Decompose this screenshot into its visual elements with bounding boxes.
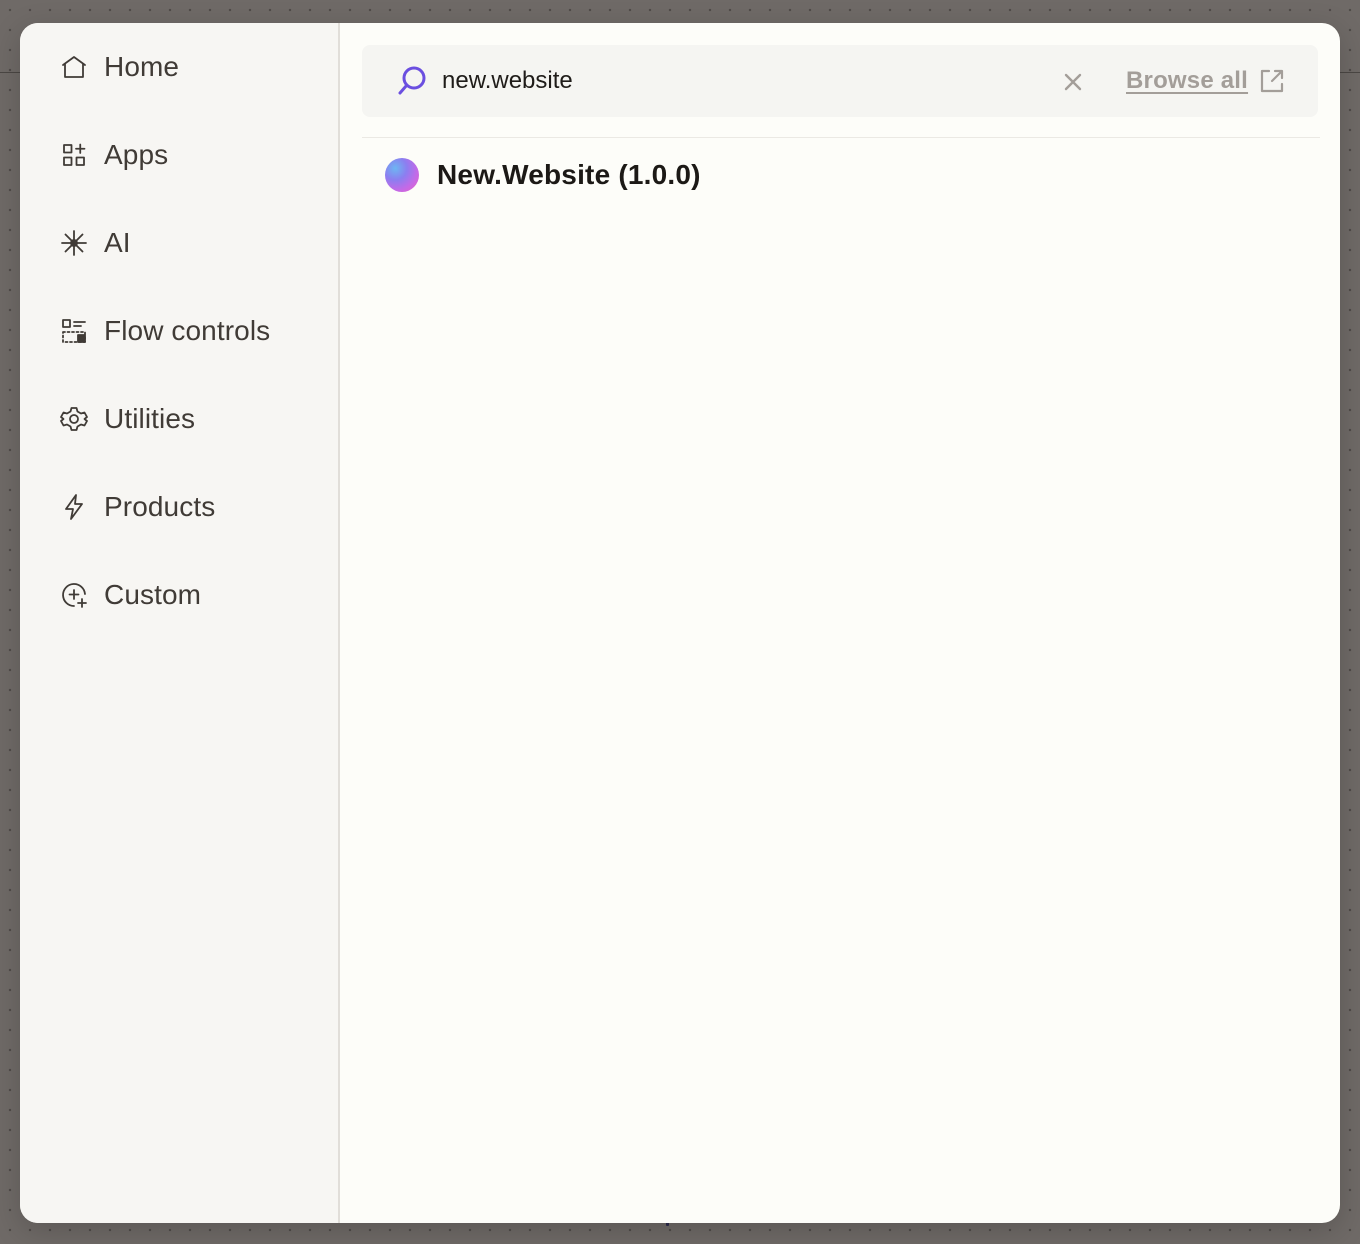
sidebar-item-flow-controls[interactable]: Flow controls: [20, 301, 338, 361]
flow-controls-icon: [58, 315, 90, 347]
browse-all-link[interactable]: Browse all: [1126, 63, 1286, 99]
home-icon: [58, 51, 90, 83]
sidebar-item-label: Flow controls: [104, 315, 271, 346]
sidebar-item-utilities[interactable]: Utilities: [20, 389, 338, 449]
sparkle-icon: [58, 227, 90, 259]
custom-plus-icon: [58, 579, 90, 611]
search-input[interactable]: [442, 61, 1002, 101]
sidebar-item-apps[interactable]: Apps: [20, 125, 338, 185]
results-divider: [362, 137, 1320, 138]
app-logo-icon: [385, 158, 419, 192]
category-sidebar: Home Apps AI Flow controls Utilities Pro…: [20, 23, 340, 1223]
sidebar-item-label: Custom: [104, 579, 202, 610]
sidebar-item-custom[interactable]: Custom: [20, 565, 338, 625]
sidebar-item-label: AI: [104, 227, 131, 258]
sidebar-item-home[interactable]: Home: [20, 37, 338, 97]
sidebar-item-label: Utilities: [104, 403, 196, 434]
gear-icon: [58, 403, 90, 435]
search-icon: [398, 66, 426, 95]
search-bar: Browse all: [362, 45, 1318, 117]
sidebar-item-label: Apps: [104, 139, 169, 170]
search-result-item[interactable]: New.Website (1.0.0): [362, 147, 1320, 203]
apps-grid-icon: [58, 139, 90, 171]
clear-search-button[interactable]: [1058, 67, 1088, 97]
sidebar-item-products[interactable]: Products: [20, 477, 338, 537]
sidebar-item-ai[interactable]: AI: [20, 213, 338, 273]
search-result-label: New.Website (1.0.0): [437, 159, 701, 190]
external-link-icon: [1260, 69, 1284, 93]
browse-all-label: Browse all: [1126, 67, 1249, 94]
app-picker-modal: Home Apps AI Flow controls Utilities Pro…: [20, 23, 1340, 1223]
lightning-icon: [58, 491, 90, 523]
main-panel: Browse all New.Website (1.0.0): [340, 23, 1340, 1223]
sidebar-item-label: Products: [104, 491, 216, 522]
sidebar-item-label: Home: [104, 51, 180, 82]
